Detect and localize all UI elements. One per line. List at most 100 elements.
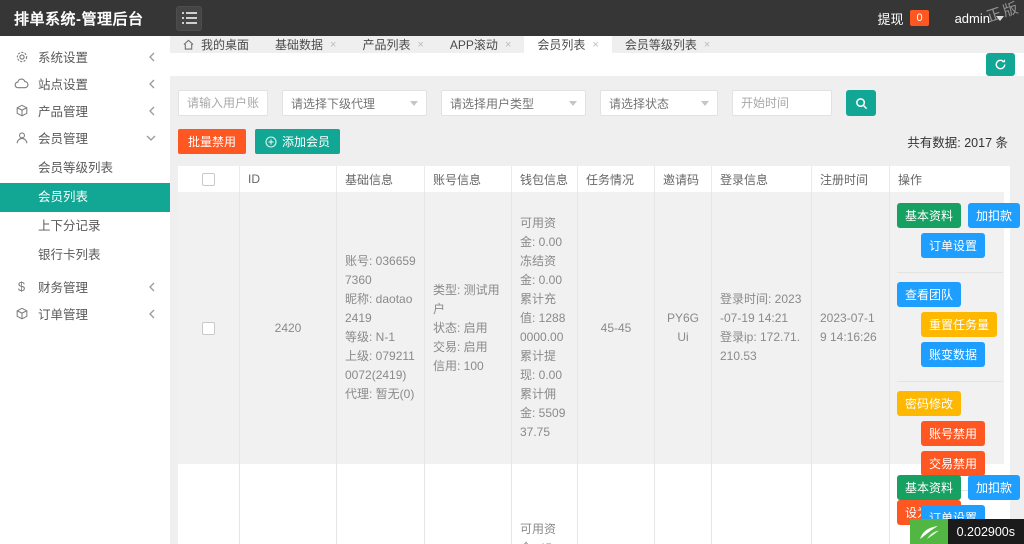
- batch-disable-button[interactable]: 批量禁用: [178, 129, 247, 154]
- tab-member-level-list[interactable]: 会员等级列表 ×: [612, 36, 723, 53]
- sidebar-item-label: 系统设置: [38, 51, 89, 65]
- view-team-button[interactable]: 查看团队: [897, 282, 962, 307]
- user-menu[interactable]: admin: [955, 11, 1004, 26]
- filter-bar: 请选择下级代理 请选择用户类型 请选择状态: [178, 90, 1016, 116]
- close-icon[interactable]: ×: [505, 39, 511, 51]
- total-count: 共有数据: 2017 条: [907, 132, 1016, 151]
- member-submenu: 会员等级列表 会员列表 上下分记录 银行卡列表: [0, 151, 170, 273]
- sidebar-toggle-button[interactable]: [176, 5, 202, 31]
- withdraw-menu-item[interactable]: 提现 0: [877, 9, 929, 28]
- task-status-cell: 45-45: [578, 192, 655, 464]
- close-icon[interactable]: ×: [704, 39, 710, 51]
- agent-select[interactable]: 请选择下级代理: [282, 90, 427, 116]
- sidebar-item-finance-management[interactable]: $ 财务管理: [0, 273, 170, 300]
- id-cell: [240, 464, 337, 544]
- col-header-account-info: 账号信息: [425, 166, 512, 192]
- tab-member-list[interactable]: 会员列表 ×: [524, 36, 612, 53]
- status-select[interactable]: 请选择状态: [600, 90, 718, 116]
- tab-my-desktop[interactable]: 我的桌面: [170, 36, 262, 53]
- tab-app-scroll[interactable]: APP滚动 ×: [437, 36, 524, 53]
- tab-label: 会员等级列表: [624, 38, 697, 52]
- row-checkbox[interactable]: [202, 321, 215, 335]
- account-search-input[interactable]: [178, 90, 268, 116]
- sidebar: 系统设置 站点设置 产品管理 会员管理 会员等级列表 会员列表 上下分记录 银行…: [0, 36, 170, 544]
- sidebar-item-label: 站点设置: [38, 78, 89, 92]
- sidebar-item-label: 会员管理: [38, 132, 89, 146]
- topbar: 排单系统-管理后台 提现 0 admin 正版: [0, 0, 1024, 36]
- tab-basic-data[interactable]: 基础数据 ×: [262, 36, 349, 53]
- user-type-select[interactable]: 请选择用户类型: [441, 90, 586, 116]
- select-all-checkbox[interactable]: [202, 172, 215, 186]
- sidebar-item-label: 财务管理: [38, 281, 89, 295]
- col-header-operations: 操作: [898, 172, 923, 187]
- action-group-basic: 基本资料 加扣款 订单设置: [897, 200, 1021, 268]
- tab-product-list[interactable]: 产品列表 ×: [349, 36, 436, 53]
- basic-info-button[interactable]: 基本资料: [897, 203, 962, 228]
- chevron-down-icon: [146, 134, 156, 142]
- close-icon[interactable]: ×: [592, 39, 598, 51]
- page-render-time: 0.202900s: [947, 519, 1024, 544]
- row-select-cell: [178, 192, 240, 464]
- search-icon: [855, 97, 868, 110]
- sidebar-item-site-settings[interactable]: 站点设置: [0, 70, 170, 97]
- leaf-icon: [918, 524, 940, 540]
- disable-account-button[interactable]: 账号禁用: [921, 421, 986, 446]
- sidebar-item-member-level-list[interactable]: 会员等级列表: [0, 154, 170, 183]
- user-type-select-value: 请选择用户类型: [450, 96, 535, 111]
- username: admin: [954, 10, 990, 26]
- table-header-row: ID 基础信息 账号信息 钱包信息 任务情况 邀请码 登录信息 注册时间 操作: [178, 166, 1004, 192]
- start-time-input[interactable]: [732, 90, 832, 116]
- add-deduct-funds-button[interactable]: 加扣款: [968, 475, 1021, 500]
- table-row: 可用资金: 45 基本资料 加扣款 订单设置: [178, 464, 1021, 544]
- trace-toggle-button[interactable]: [909, 519, 948, 544]
- total-count-label: 共有数据:: [907, 136, 961, 150]
- tab-label: 产品列表: [362, 38, 411, 52]
- add-member-button[interactable]: 添加会员: [255, 129, 341, 154]
- sidebar-item-member-management[interactable]: 会员管理: [0, 124, 170, 151]
- search-button[interactable]: [846, 90, 876, 116]
- account-info-cell: 类型: 测试用户 状态: 启用 交易: 启用 信用: 100: [425, 192, 512, 464]
- tab-label: 基础数据: [275, 38, 324, 52]
- select-all-cell: [178, 166, 240, 192]
- login-info-cell: 登录时间: 2023-07-19 14:21 登录ip: 172.71.210.…: [712, 192, 812, 464]
- change-password-button[interactable]: 密码修改: [897, 391, 962, 416]
- account-info-cell: [425, 464, 512, 544]
- chevron-down-icon: [701, 100, 709, 106]
- list-actions-bar: 批量禁用 添加会员 共有数据: 2017 条: [178, 129, 1016, 154]
- col-header-base-info: 基础信息: [337, 166, 425, 192]
- sidebar-item-system-settings[interactable]: 系统设置: [0, 43, 170, 70]
- table-row: 2420 账号: 0366597360 昵称: daotao2419 等级: N…: [178, 192, 1021, 544]
- sidebar-item-member-list[interactable]: 会员列表: [0, 183, 170, 212]
- close-icon[interactable]: ×: [417, 39, 423, 51]
- col-header-login-info: 登录信息: [712, 166, 812, 192]
- task-status-cell: [578, 464, 655, 544]
- sidebar-item-product-management[interactable]: 产品管理: [0, 97, 170, 124]
- tab-label: 会员列表: [537, 38, 586, 52]
- chevron-left-icon: [148, 309, 156, 319]
- close-icon[interactable]: ×: [330, 39, 336, 51]
- base-info-cell: [337, 464, 425, 544]
- id-cell: 2420: [240, 192, 337, 464]
- basic-info-button[interactable]: 基本资料: [897, 475, 962, 500]
- chevron-down-icon: [569, 100, 577, 106]
- order-settings-button[interactable]: 订单设置: [921, 233, 986, 258]
- sidebar-item-label: 产品管理: [38, 105, 89, 119]
- member-list-panel: 请选择下级代理 请选择用户类型 请选择状态: [170, 76, 1024, 544]
- sidebar-item-order-management[interactable]: 订单管理: [0, 300, 170, 327]
- chevron-down-icon: [410, 100, 418, 106]
- dollar-icon: $: [17, 279, 26, 294]
- chevron-left-icon: [148, 79, 156, 89]
- operations-cell: 基本资料 加扣款 订单设置 查看团队 重置任务量 账变数据 密码修改 账号禁用 …: [890, 192, 1021, 544]
- add-deduct-funds-button[interactable]: 加扣款: [968, 203, 1021, 228]
- withdraw-label: 提现: [877, 11, 904, 27]
- sidebar-item-score-records[interactable]: 上下分记录: [0, 212, 170, 241]
- refresh-icon: [994, 58, 1007, 71]
- agent-select-value: 请选择下级代理: [291, 96, 376, 111]
- tab-toolbar: [170, 53, 1024, 76]
- balance-changes-button[interactable]: 账变数据: [921, 342, 986, 367]
- sidebar-item-bank-card-list[interactable]: 银行卡列表: [0, 241, 170, 270]
- hamburger-icon: [181, 12, 197, 24]
- refresh-button[interactable]: [986, 53, 1015, 76]
- withdraw-count-badge: 0: [910, 10, 929, 26]
- reset-task-button[interactable]: 重置任务量: [921, 312, 998, 337]
